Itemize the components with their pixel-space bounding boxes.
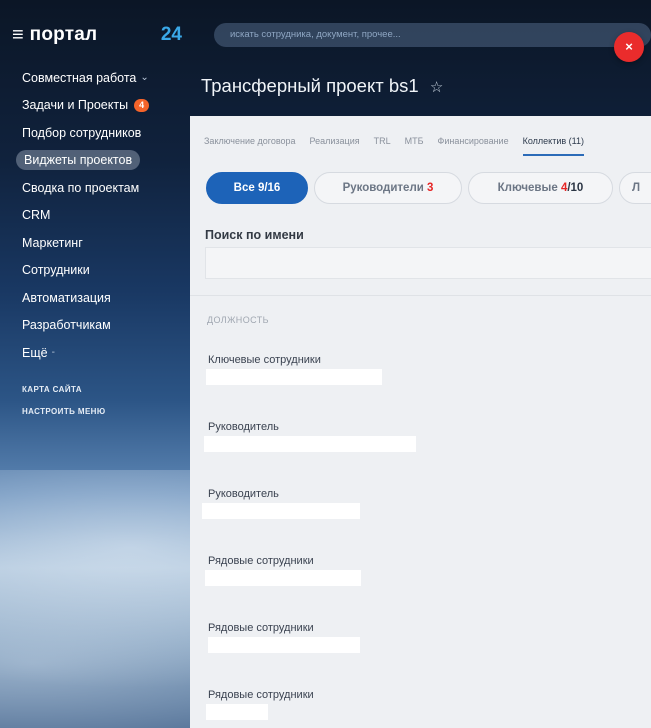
redacted-name xyxy=(204,436,416,452)
redacted-name xyxy=(205,570,361,586)
sidebar: ≡ портал 24 Совместная работа ⌄ Задачи и… xyxy=(0,0,190,728)
sidebar-item-label: Подбор сотрудников xyxy=(22,125,142,140)
sitemap-link[interactable]: КАРТА САЙТА xyxy=(22,379,187,401)
sidebar-item-more[interactable]: Ещё - xyxy=(22,339,187,367)
filter-key-button[interactable]: Ключевые 4/10 xyxy=(468,172,613,204)
table-row[interactable]: Рядовые сотрудники xyxy=(190,620,651,687)
column-header-position: ДОЛЖНОСТЬ xyxy=(207,315,269,325)
tab-trl[interactable]: TRL xyxy=(374,134,391,156)
row-role: Рядовые сотрудники xyxy=(208,689,314,701)
sidebar-item-recruiting[interactable]: Подбор сотрудников xyxy=(22,119,187,147)
tab-financing[interactable]: Финансирование xyxy=(438,134,509,156)
row-role: Рядовые сотрудники xyxy=(208,555,314,567)
project-title: Трансферный проект bs1 xyxy=(201,75,419,96)
tab-mtb[interactable]: МТБ xyxy=(405,134,424,156)
name-search-label: Поиск по имени xyxy=(205,228,304,242)
logo[interactable]: ≡ портал 24 xyxy=(12,24,182,46)
filter-key-total: /10 xyxy=(567,182,584,194)
sidebar-item-project-summary[interactable]: Сводка по проектам xyxy=(22,174,187,202)
star-icon[interactable]: ☆ xyxy=(430,79,443,96)
sidebar-menu: Совместная работа ⌄ Задачи и Проекты 4 П… xyxy=(16,64,187,423)
sidebar-item-developers[interactable]: Разработчикам xyxy=(22,312,187,340)
topbar xyxy=(190,0,651,58)
table-row[interactable]: Руководитель xyxy=(190,486,651,553)
tasks-count-badge: 4 xyxy=(134,98,150,112)
team-list: Ключевые сотрудники Руководитель Руковод… xyxy=(190,352,651,728)
row-role: Руководитель xyxy=(208,488,279,500)
row-role: Рядовые сотрудники xyxy=(208,622,314,634)
sidebar-item-label: Ещё xyxy=(22,345,48,360)
redacted-name xyxy=(206,369,382,385)
sidebar-item-label: Маркетинг xyxy=(22,235,83,250)
row-role: Руководитель xyxy=(208,421,279,433)
table-row[interactable]: Рядовые сотрудники xyxy=(190,553,651,620)
tab-team[interactable]: Коллектив (11) xyxy=(522,134,584,156)
sidebar-item-label: Задачи и Проекты xyxy=(22,98,129,113)
redacted-name xyxy=(202,503,360,519)
sidebar-item-label: Сотрудники xyxy=(22,263,90,278)
team-filters: Все 9/16 Руководители 3 Ключевые 4/10 Л xyxy=(206,172,651,206)
menu-burger-icon[interactable]: ≡ xyxy=(12,25,24,45)
sidebar-links: КАРТА САЙТА НАСТРОИТЬ МЕНЮ xyxy=(22,379,187,423)
chevron-down-icon: - xyxy=(51,347,55,359)
global-search-input[interactable] xyxy=(214,23,651,47)
sidebar-item-automation[interactable]: Автоматизация xyxy=(22,284,187,312)
sidebar-item-label: Автоматизация xyxy=(22,290,111,305)
filter-all-button[interactable]: Все 9/16 xyxy=(206,172,308,204)
name-search-input[interactable] xyxy=(205,247,651,279)
sidebar-item-label: Сводка по проектам xyxy=(22,180,140,195)
tab-contract[interactable]: Заключение договора xyxy=(204,134,296,156)
sidebar-item-label: Разработчикам xyxy=(22,318,111,333)
sidebar-item-crm[interactable]: CRM xyxy=(22,202,187,230)
redacted-name xyxy=(206,704,268,720)
filter-leaders-button[interactable]: Руководители 3 xyxy=(314,172,462,204)
logo-text: портал xyxy=(29,24,98,45)
filter-leaders-count: 3 xyxy=(427,182,434,194)
configure-menu-link[interactable]: НАСТРОИТЬ МЕНЮ xyxy=(22,401,187,423)
chevron-down-icon: ⌄ xyxy=(140,72,149,84)
project-panel: Заключение договора Реализация TRL МТБ Ф… xyxy=(190,116,651,728)
sidebar-item-label: Совместная работа xyxy=(22,70,137,85)
row-role: Ключевые сотрудники xyxy=(208,354,321,366)
table-row[interactable]: Ключевые сотрудники xyxy=(190,352,651,419)
table-row[interactable]: Рядовые сотрудники xyxy=(190,687,651,728)
filter-key-label: Ключевые xyxy=(497,182,558,194)
sidebar-item-label: Виджеты проектов xyxy=(16,150,141,171)
sidebar-item-marketing[interactable]: Маркетинг xyxy=(22,229,187,257)
table-row[interactable]: Руководитель xyxy=(190,419,651,486)
sidebar-item-project-widgets[interactable]: Виджеты проектов xyxy=(16,147,187,175)
sidebar-item-label: CRM xyxy=(22,208,51,223)
tab-implementation[interactable]: Реализация xyxy=(310,134,360,156)
sidebar-item-collaboration[interactable]: Совместная работа ⌄ xyxy=(22,64,187,92)
sidebar-item-tasks[interactable]: Задачи и Проекты 4 xyxy=(22,92,187,120)
project-tabs: Заключение договора Реализация TRL МТБ Ф… xyxy=(204,134,651,156)
logo-number: 24 xyxy=(160,24,182,45)
redacted-name xyxy=(208,637,360,653)
page-title: Трансферный проект bs1 ☆ xyxy=(201,75,443,97)
close-panel-button[interactable]: × xyxy=(614,32,644,62)
filter-leaders-label: Руководители xyxy=(342,182,424,194)
sidebar-item-employees[interactable]: Сотрудники xyxy=(22,257,187,285)
filter-more-button[interactable]: Л xyxy=(619,172,651,204)
divider xyxy=(190,295,651,296)
